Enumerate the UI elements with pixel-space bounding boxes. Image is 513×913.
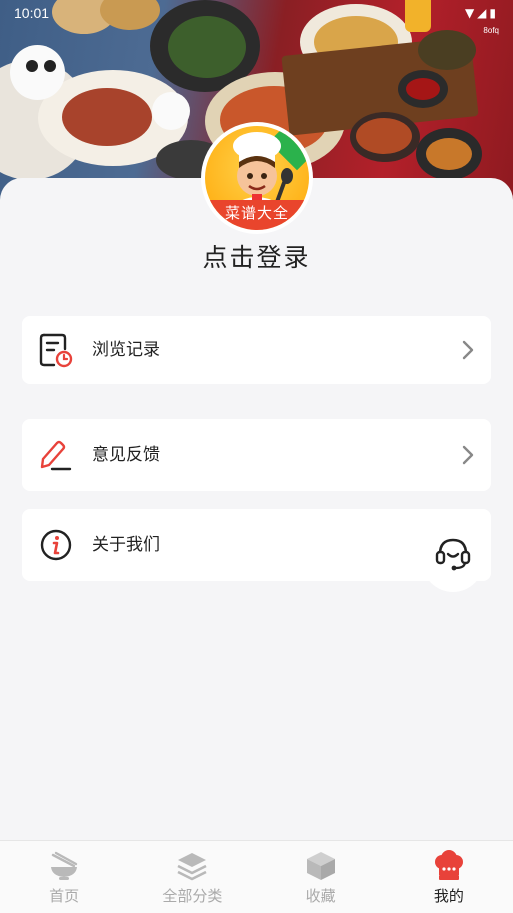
- history-document-icon: [39, 333, 73, 368]
- chef-hat-icon: [434, 850, 463, 880]
- customer-service-button[interactable]: [422, 522, 484, 592]
- tab-home[interactable]: 首页: [0, 841, 128, 913]
- menu-item-history-label: 浏览记录: [92, 340, 160, 360]
- avatar[interactable]: 菜谱大全: [201, 122, 313, 234]
- chevron-right-icon: [462, 445, 474, 465]
- avatar-image: 菜谱大全: [205, 126, 309, 230]
- menu-item-about-label: 关于我们: [92, 535, 160, 555]
- menu-item-feedback-label: 意见反馈: [92, 445, 160, 465]
- chevron-right-icon: [462, 340, 474, 360]
- menu-item-history[interactable]: 浏览记录: [22, 316, 491, 384]
- status-bar: 10:01 ▼◢▮ 8ofq: [0, 0, 513, 35]
- box-icon: [306, 852, 335, 880]
- info-icon: [40, 529, 72, 561]
- layers-icon: [177, 853, 207, 881]
- bowl-icon: [51, 851, 78, 880]
- tab-categories-label: 全部分类: [162, 887, 223, 905]
- tab-favorites[interactable]: 收藏: [257, 841, 385, 913]
- login-button[interactable]: 点击登录: [0, 238, 513, 274]
- tab-home-label: 首页: [49, 887, 80, 905]
- menu-item-about[interactable]: 关于我们: [22, 509, 491, 581]
- menu-item-feedback[interactable]: 意见反馈: [22, 419, 491, 491]
- tab-mine-label: 我的: [433, 887, 464, 905]
- bottom-tab-bar: 首页 全部分类 收藏 我的: [0, 840, 513, 913]
- network-speed: 8ofq: [483, 26, 499, 35]
- tab-mine[interactable]: 我的: [385, 841, 513, 913]
- tab-categories[interactable]: 全部分类: [128, 841, 256, 913]
- headset-icon: [435, 538, 471, 571]
- avatar-band-label: 菜谱大全: [205, 200, 309, 230]
- system-status-icons: ▼◢▮: [464, 6, 499, 20]
- status-time: 10:01: [14, 5, 50, 21]
- edit-pen-icon: [40, 440, 72, 471]
- tab-favorites-label: 收藏: [305, 887, 336, 905]
